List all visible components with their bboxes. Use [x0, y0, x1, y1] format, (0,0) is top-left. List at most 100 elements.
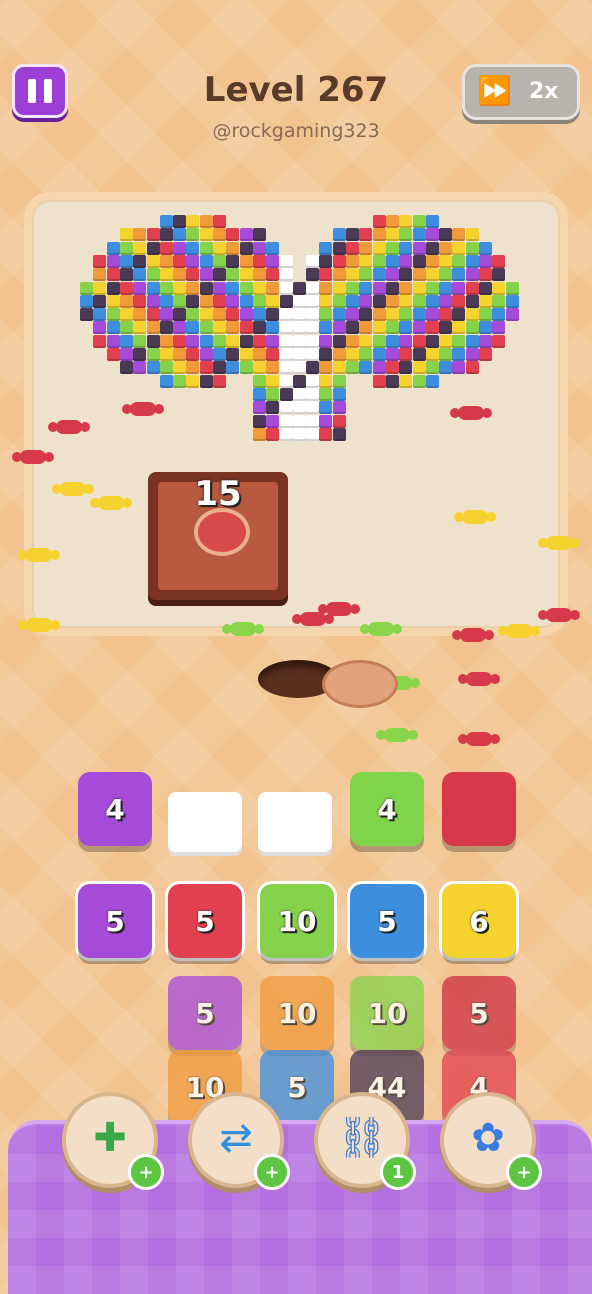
cube — [226, 241, 240, 255]
cube — [119, 254, 133, 268]
speed-button[interactable]: ⏩ 2x — [462, 64, 580, 120]
cube — [226, 308, 240, 322]
cube — [505, 308, 519, 322]
cube — [119, 268, 133, 282]
grid-tile[interactable]: 5 — [442, 976, 516, 1050]
cube — [412, 348, 426, 361]
cube — [306, 401, 320, 415]
cube — [385, 361, 399, 375]
cube — [292, 334, 306, 348]
grid-tile[interactable]: 10 — [260, 884, 334, 958]
grid-tile[interactable]: 10 — [350, 976, 424, 1050]
cube — [133, 294, 147, 308]
cube — [292, 348, 306, 361]
shuffle-powerup[interactable]: ⇄ + — [188, 1092, 290, 1190]
cube — [319, 268, 333, 282]
queue-tile[interactable] — [442, 772, 516, 846]
cube — [93, 334, 107, 348]
cube — [93, 294, 107, 308]
grid-tile[interactable]: 10 — [260, 976, 334, 1050]
cube — [159, 228, 173, 242]
grid-tile[interactable]: 5 — [78, 884, 152, 958]
cube — [372, 294, 386, 308]
cube — [80, 308, 93, 322]
cube — [279, 348, 293, 361]
cube — [332, 268, 346, 282]
cube — [412, 228, 426, 242]
cube — [306, 427, 320, 441]
cube — [385, 348, 399, 361]
cube — [173, 334, 187, 348]
cube — [266, 281, 280, 295]
cube — [332, 294, 346, 308]
cube — [266, 374, 280, 388]
ant — [222, 622, 264, 636]
cube — [213, 294, 226, 308]
cube — [119, 361, 133, 375]
cube — [465, 281, 479, 295]
cube — [226, 254, 240, 268]
cube — [186, 374, 200, 388]
cube — [186, 294, 200, 308]
cube — [359, 268, 373, 282]
cube — [199, 228, 213, 242]
cube — [106, 294, 120, 308]
cube — [93, 308, 107, 322]
cube — [372, 254, 386, 268]
cube — [399, 321, 413, 335]
cube — [359, 294, 373, 308]
cube — [306, 294, 320, 308]
cube — [226, 228, 240, 242]
cube — [173, 281, 187, 295]
cube — [266, 321, 280, 335]
cube — [279, 321, 293, 335]
cube — [346, 254, 359, 268]
cube — [186, 321, 200, 335]
cube — [173, 268, 187, 282]
cube — [186, 334, 200, 348]
grid-tile[interactable]: 5 — [168, 976, 242, 1050]
cube — [385, 321, 399, 335]
cube — [213, 215, 226, 228]
cube — [346, 361, 359, 375]
cube — [425, 361, 439, 375]
queue-tile[interactable]: 4 — [350, 772, 424, 846]
cube — [412, 321, 426, 335]
cube — [479, 254, 492, 268]
grid-tile[interactable]: 6 — [442, 884, 516, 958]
grid-tile[interactable]: 5 — [350, 884, 424, 958]
cube — [266, 361, 280, 375]
ant — [52, 482, 94, 496]
ant — [18, 618, 60, 632]
cube — [239, 228, 253, 242]
cube — [173, 321, 187, 335]
cube — [159, 334, 173, 348]
cube — [479, 281, 492, 295]
cube — [452, 241, 466, 255]
cube — [133, 334, 147, 348]
cube — [465, 228, 479, 242]
cube — [425, 241, 439, 255]
cube — [452, 308, 466, 322]
cube — [279, 387, 293, 401]
queue-tile[interactable]: 4 — [78, 772, 152, 846]
cube — [319, 414, 333, 428]
cube — [266, 308, 280, 322]
cube — [372, 321, 386, 335]
bomb-powerup[interactable]: ✿ + — [440, 1092, 542, 1190]
cube — [173, 348, 187, 361]
cube — [505, 294, 519, 308]
grid-tile[interactable]: 5 — [168, 884, 242, 958]
add-tray-powerup[interactable]: ✚ + — [62, 1092, 164, 1190]
cube — [319, 427, 333, 441]
magnet-powerup[interactable]: ⛓ 1 — [314, 1092, 416, 1190]
cube — [439, 294, 453, 308]
cube — [266, 387, 280, 401]
cube — [439, 268, 453, 282]
cube — [399, 241, 413, 255]
cube — [385, 268, 399, 282]
cube — [492, 268, 506, 282]
cube — [439, 281, 453, 295]
cube — [412, 281, 426, 295]
cube — [133, 348, 147, 361]
